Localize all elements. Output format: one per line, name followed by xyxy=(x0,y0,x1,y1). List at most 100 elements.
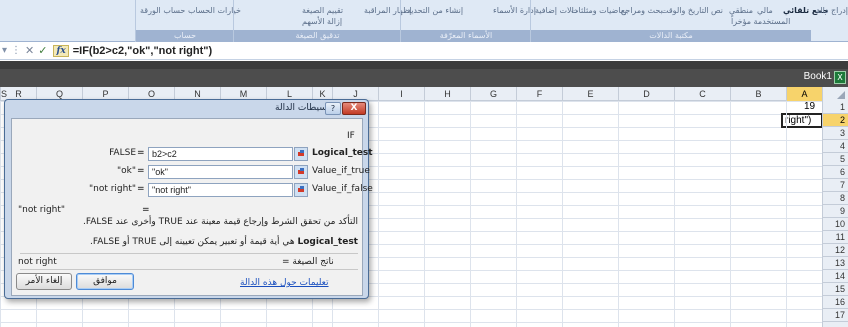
grid-line xyxy=(424,101,425,327)
ribbon-group-defined-names: إدارة الأسماء إنشاء من التحديد الأسماء ا… xyxy=(400,0,536,42)
row-header-4[interactable]: 4 xyxy=(823,140,848,153)
column-header-g[interactable]: G xyxy=(470,87,516,101)
row-header-3[interactable]: 3 xyxy=(823,127,848,140)
column-header-d[interactable]: D xyxy=(618,87,674,101)
ribbon-group-function-library: دالات إضافية رياضيات ومثلثات بحث ومراجع … xyxy=(530,0,829,42)
equals-sign: = xyxy=(137,148,145,158)
resize-grip-icon: ⋮ xyxy=(11,45,22,56)
grid-line xyxy=(0,101,1,327)
column-header-a[interactable]: A xyxy=(786,87,822,101)
financial-functions-button[interactable]: مالي xyxy=(757,6,773,15)
row-header-2[interactable]: 2 xyxy=(823,114,848,127)
function-arguments-dialog: وسيطات الدالة ? X IF FALSE = b2>c2 Logic… xyxy=(4,99,373,299)
column-header-i[interactable]: I xyxy=(378,87,424,101)
row-header-8[interactable]: 8 xyxy=(823,192,848,205)
help-button[interactable]: ? xyxy=(325,102,341,115)
remove-arrows-button[interactable]: إزالة الأسهم xyxy=(302,17,342,26)
row-header-9[interactable]: 9 xyxy=(823,205,848,218)
enter-check-icon[interactable]: ✓ xyxy=(38,44,47,57)
function-description: التأكد من تحقق الشرط وإرجاع قيمة معينة ع… xyxy=(82,217,358,227)
column-header-f[interactable]: F xyxy=(516,87,562,101)
argument-description-text: هي أية قيمة أو تعبير يمكن تعيينه إلى TRU… xyxy=(90,237,295,247)
formula-bar: ▾ ⋮ ✕ ✓ fx =IF(b2>c2,"ok","not right") xyxy=(0,42,848,60)
ribbon-group-label: الأسماء المعرّفة xyxy=(401,30,531,41)
insert-function-fx-icon[interactable]: fx xyxy=(53,44,69,57)
arg-row-value-if-false: "not right" = "not right" Value_if_false xyxy=(12,183,373,197)
collapse-dialog-icon[interactable] xyxy=(294,147,308,161)
ribbon-group-calculation: خيارات الحساب حساب الورقة حساب xyxy=(135,0,241,42)
column-header-c[interactable]: C xyxy=(674,87,730,101)
create-from-selection-button[interactable]: إنشاء من التحديد xyxy=(407,6,463,15)
column-header-b[interactable]: B xyxy=(730,87,786,101)
argument-description-name: Logical_test xyxy=(297,237,358,247)
chevron-down-icon[interactable]: ▾ xyxy=(2,45,7,56)
workbook-title: Book1 xyxy=(803,71,832,82)
arg-row-value-if-true: "ok" = "ok" Value_if_true xyxy=(12,165,370,179)
date-time-button[interactable]: التاريخ والوقت xyxy=(661,6,709,15)
row-header-13[interactable]: 13 xyxy=(823,257,848,270)
formula-result-value: not right xyxy=(18,257,57,267)
window-gap xyxy=(0,61,848,69)
row-headers: 1 2 3 4 5 6 7 8 9 10 11 12 13 14 15 16 17 xyxy=(822,101,848,327)
cell-a1[interactable]: 19 xyxy=(804,101,815,112)
workbook-titlebar xyxy=(0,69,848,87)
active-cell-a2[interactable]: right") xyxy=(781,113,822,128)
dialog-titlebar[interactable]: وسيطات الدالة ? X xyxy=(5,100,368,117)
grid-line xyxy=(674,101,675,327)
math-trig-button[interactable]: رياضيات ومثلثات xyxy=(571,6,627,15)
result-equals-sign: = xyxy=(142,205,150,215)
row-header-11[interactable]: 11 xyxy=(823,231,848,244)
evaluate-formula-button[interactable]: تقييم الصيغة xyxy=(302,6,343,15)
row-header-12[interactable]: 12 xyxy=(823,244,848,257)
row-header-10[interactable]: 10 xyxy=(823,218,848,231)
ok-button[interactable]: موافق xyxy=(76,273,134,290)
recently-used-button[interactable]: المستخدمة مؤخراً xyxy=(731,17,790,26)
help-on-function-link[interactable]: تعليمات حول هذه الدالة xyxy=(240,278,329,288)
column-header-h[interactable]: H xyxy=(424,87,470,101)
logical-functions-button[interactable]: منطقي xyxy=(729,6,753,15)
ribbon-group-label: مكتبة الدالات xyxy=(531,30,811,41)
close-button[interactable]: X xyxy=(342,102,366,115)
arg-name: Value_if_false xyxy=(312,184,373,194)
insert-function-button[interactable]: إدراج دالة xyxy=(814,6,848,15)
collapse-dialog-icon[interactable] xyxy=(294,183,308,197)
arg-current-value: FALSE xyxy=(109,148,136,158)
arg-current-value: "not right" xyxy=(88,184,136,194)
grid-line xyxy=(786,101,787,327)
grid-line xyxy=(730,101,731,327)
row-header-6[interactable]: 6 xyxy=(823,166,848,179)
calculate-sheet-button[interactable]: حساب الورقة xyxy=(140,6,185,15)
value-if-true-input[interactable]: "ok" xyxy=(148,165,293,179)
text-functions-button[interactable]: نص xyxy=(711,6,723,15)
row-header-15[interactable]: 15 xyxy=(823,283,848,296)
arg-name: Value_if_true xyxy=(312,166,370,176)
cancel-icon[interactable]: ✕ xyxy=(25,44,34,57)
dialog-title: وسيطات الدالة xyxy=(275,103,332,113)
argument-description: Logical_test هي أية قيمة أو تعبير يمكن ت… xyxy=(32,237,358,247)
result-preview: "not right" xyxy=(18,205,66,215)
ribbon-group-label: حساب xyxy=(136,30,234,41)
lookup-reference-button[interactable]: بحث ومراجع xyxy=(621,6,663,15)
dialog-body: IF FALSE = b2>c2 Logical_test "ok" = "ok… xyxy=(11,118,373,296)
select-all-corner[interactable] xyxy=(822,87,848,101)
row-header-7[interactable]: 7 xyxy=(823,179,848,192)
divider xyxy=(20,269,358,270)
logical-test-input[interactable]: b2>c2 xyxy=(148,147,293,161)
equals-sign: = xyxy=(137,166,145,176)
grid-line xyxy=(470,101,471,327)
arg-row-logical-test: FALSE = b2>c2 Logical_test xyxy=(12,147,373,161)
grid-line xyxy=(562,101,563,327)
grid-line xyxy=(378,101,379,327)
excel-workbook-icon: X xyxy=(834,71,846,84)
cancel-button[interactable]: إلغاء الأمر xyxy=(16,273,72,290)
row-header-1[interactable]: 1 xyxy=(823,101,848,114)
row-header-14[interactable]: 14 xyxy=(823,270,848,283)
row-header-17[interactable]: 17 xyxy=(823,309,848,322)
row-header-16[interactable]: 16 xyxy=(823,296,848,309)
grid-line xyxy=(516,101,517,327)
formula-input[interactable]: =IF(b2>c2,"ok","not right") xyxy=(73,45,212,57)
column-header-e[interactable]: E xyxy=(562,87,618,101)
collapse-dialog-icon[interactable] xyxy=(294,165,308,179)
value-if-false-input[interactable]: "not right" xyxy=(148,183,293,197)
row-header-5[interactable]: 5 xyxy=(823,153,848,166)
